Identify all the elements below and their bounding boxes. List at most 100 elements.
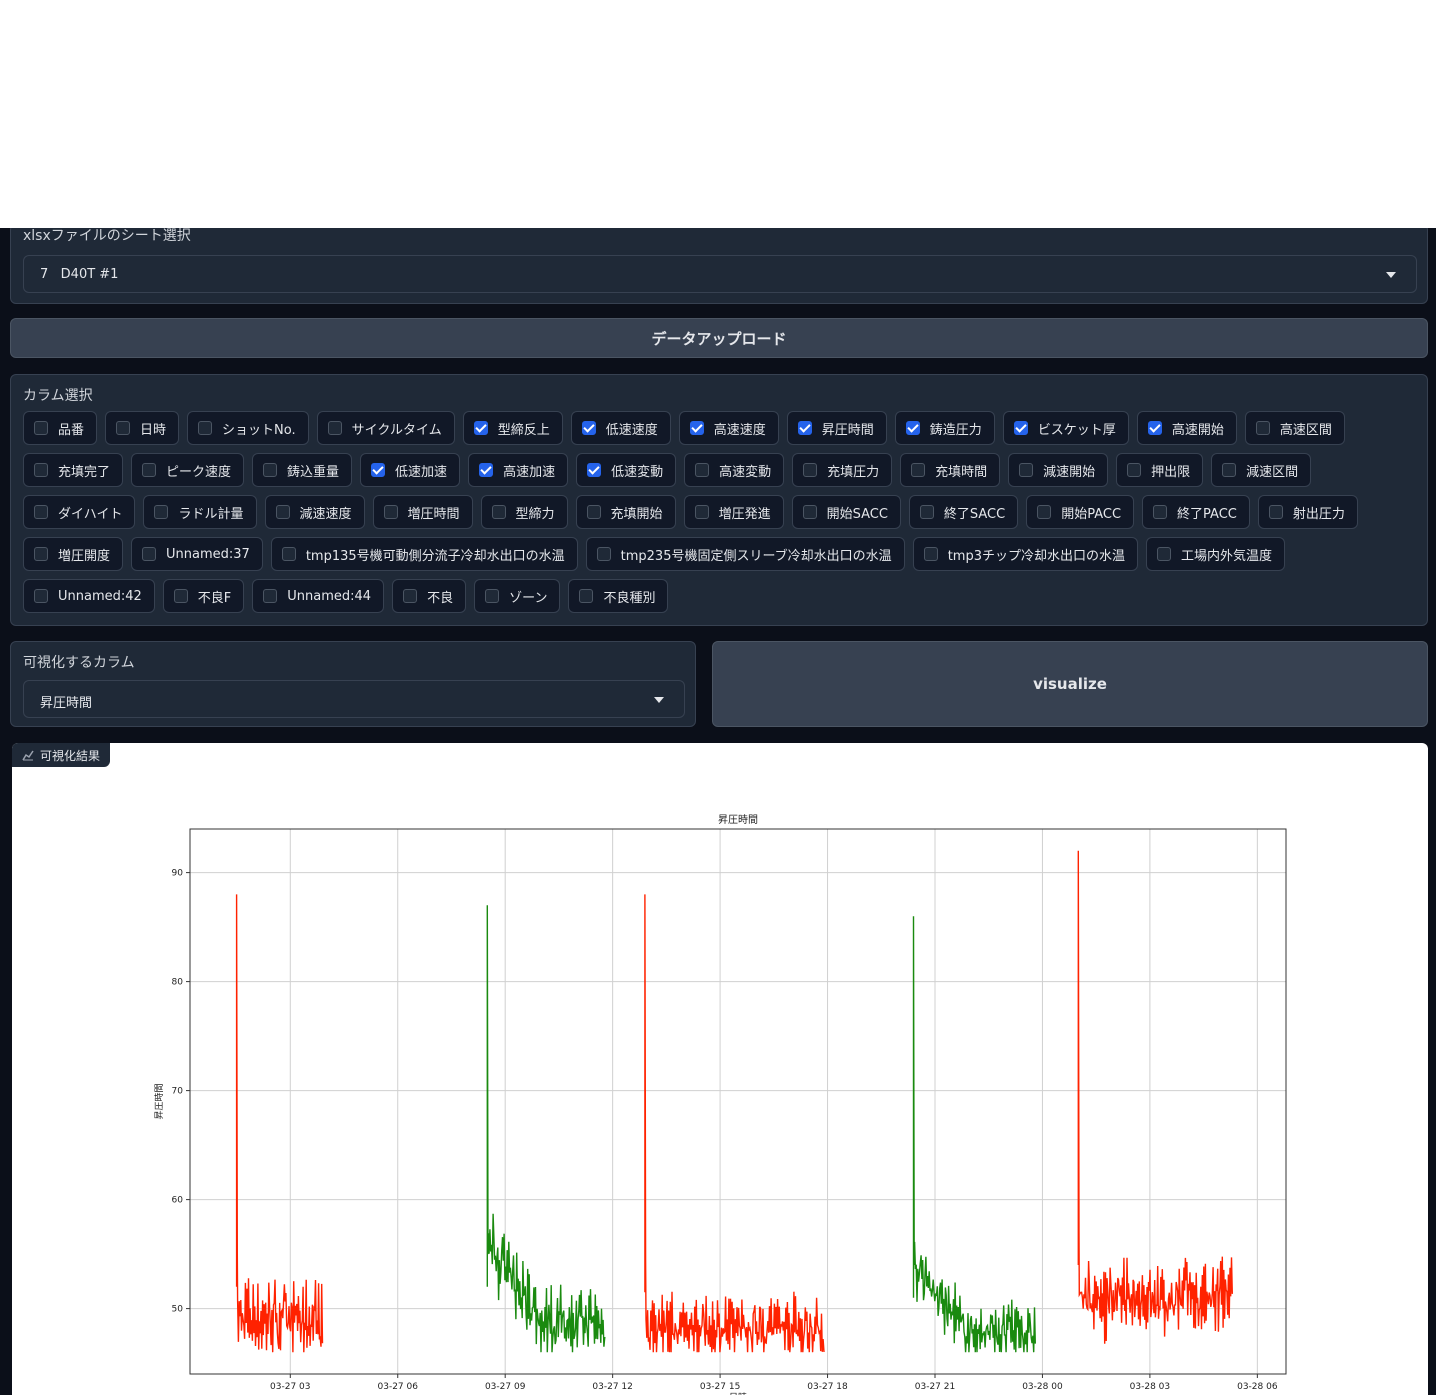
- checkbox-unchecked-icon[interactable]: [34, 463, 48, 477]
- column-checkbox-9[interactable]: ビスケット厚: [1002, 411, 1129, 445]
- column-checkbox-15[interactable]: 低速加速: [360, 453, 461, 487]
- checkbox-checked-icon[interactable]: [581, 421, 596, 435]
- checkbox-unchecked-icon[interactable]: [34, 589, 48, 603]
- column-checkbox-2[interactable]: ショットNo.: [187, 411, 309, 445]
- checkbox-checked-icon[interactable]: [371, 463, 386, 477]
- column-checkbox-24[interactable]: ダイハイト: [23, 495, 136, 529]
- checkbox-unchecked-icon[interactable]: [919, 505, 934, 519]
- checkbox-unchecked-icon[interactable]: [596, 547, 611, 561]
- column-checkbox-10[interactable]: 高速開始: [1136, 411, 1237, 445]
- column-checkbox-34[interactable]: 終了PACC: [1142, 495, 1250, 529]
- column-checkbox-31[interactable]: 開始SACC: [791, 495, 901, 529]
- column-checkbox-17[interactable]: 低速変動: [576, 453, 677, 487]
- column-checkbox-22[interactable]: 押出限: [1116, 453, 1204, 487]
- column-checkbox-19[interactable]: 充填圧力: [792, 453, 893, 487]
- checkbox-unchecked-icon[interactable]: [34, 505, 48, 519]
- checkbox-checked-icon[interactable]: [689, 421, 704, 435]
- checkbox-checked-icon[interactable]: [905, 421, 920, 435]
- column-checkbox-46[interactable]: ゾーン: [474, 579, 561, 613]
- checkbox-checked-icon[interactable]: [797, 421, 812, 435]
- checkbox-unchecked-icon[interactable]: [1127, 463, 1142, 477]
- checkbox-unchecked-icon[interactable]: [142, 547, 157, 561]
- checkbox-unchecked-icon[interactable]: [802, 505, 817, 519]
- checkbox-unchecked-icon[interactable]: [695, 463, 710, 477]
- column-checkbox-13[interactable]: ピーク速度: [131, 453, 245, 487]
- visualize-button[interactable]: visualize: [712, 641, 1428, 727]
- column-checkbox-8[interactable]: 鋳造圧力: [894, 411, 995, 445]
- sheet-dropdown[interactable]: 7 D40T #1: [23, 255, 1417, 293]
- checkbox-unchecked-icon[interactable]: [142, 463, 157, 477]
- column-checkbox-42[interactable]: Unnamed:42: [23, 579, 155, 613]
- column-checkbox-35[interactable]: 射出圧力: [1257, 495, 1358, 529]
- column-checkbox-27[interactable]: 増圧時間: [372, 495, 473, 529]
- viz-column-dropdown[interactable]: 昇圧時間: [23, 680, 685, 718]
- column-checkbox-36[interactable]: 増圧開度: [23, 537, 124, 571]
- column-checkbox-33[interactable]: 開始PACC: [1026, 495, 1135, 529]
- checkbox-unchecked-icon[interactable]: [803, 463, 818, 477]
- checkbox-unchecked-icon[interactable]: [263, 589, 278, 603]
- checkbox-unchecked-icon[interactable]: [34, 547, 48, 561]
- column-checkbox-37[interactable]: Unnamed:37: [131, 537, 263, 571]
- column-checkbox-5[interactable]: 低速速度: [570, 411, 671, 445]
- column-checkbox-6[interactable]: 高速速度: [678, 411, 779, 445]
- column-checkbox-20[interactable]: 充填時間: [900, 453, 1001, 487]
- checkbox-unchecked-icon[interactable]: [281, 547, 296, 561]
- column-checkbox-21[interactable]: 減速開始: [1008, 453, 1109, 487]
- checkbox-unchecked-icon[interactable]: [198, 421, 213, 435]
- column-checkbox-47[interactable]: 不良種別: [568, 579, 669, 613]
- column-checkbox-40[interactable]: tmp3チップ冷却水出口の水温: [912, 537, 1138, 571]
- checkbox-unchecked-icon[interactable]: [34, 421, 48, 435]
- column-checkbox-0[interactable]: 品番: [23, 411, 98, 445]
- result-tab[interactable]: 可視化結果: [12, 743, 111, 767]
- checkbox-unchecked-icon[interactable]: [1153, 505, 1168, 519]
- column-checkbox-26[interactable]: 減速速度: [264, 495, 365, 529]
- checkbox-unchecked-icon[interactable]: [1222, 463, 1237, 477]
- column-checkbox-11[interactable]: 高速区間: [1244, 411, 1345, 445]
- checkbox-unchecked-icon[interactable]: [485, 589, 500, 603]
- column-checkbox-4[interactable]: 型締反上: [462, 411, 563, 445]
- column-checkbox-3[interactable]: サイクルタイム: [316, 411, 455, 445]
- checkbox-checked-icon[interactable]: [587, 463, 602, 477]
- checkbox-unchecked-icon[interactable]: [327, 421, 342, 435]
- checkbox-unchecked-icon[interactable]: [154, 505, 169, 519]
- checkbox-unchecked-icon[interactable]: [173, 589, 188, 603]
- checkbox-unchecked-icon[interactable]: [586, 505, 601, 519]
- checkbox-checked-icon[interactable]: [479, 463, 494, 477]
- column-checkbox-43[interactable]: 不良F: [162, 579, 245, 613]
- checkbox-unchecked-icon[interactable]: [116, 421, 131, 435]
- checkbox-unchecked-icon[interactable]: [1255, 421, 1270, 435]
- column-checkbox-7[interactable]: 昇圧時間: [786, 411, 887, 445]
- checkbox-checked-icon[interactable]: [473, 421, 488, 435]
- checkbox-checked-icon[interactable]: [1147, 421, 1162, 435]
- checkbox-unchecked-icon[interactable]: [1156, 547, 1171, 561]
- column-checkbox-14[interactable]: 鋳込重量: [252, 453, 353, 487]
- checkbox-unchecked-icon[interactable]: [1037, 505, 1052, 519]
- checkbox-unchecked-icon[interactable]: [923, 547, 938, 561]
- column-checkbox-38[interactable]: tmp135号機可動側分流子冷却水出口の水温: [270, 537, 578, 571]
- checkbox-unchecked-icon[interactable]: [263, 463, 278, 477]
- upload-button[interactable]: データアップロード: [10, 318, 1428, 358]
- checkbox-unchecked-icon[interactable]: [383, 505, 398, 519]
- checkbox-unchecked-icon[interactable]: [694, 505, 709, 519]
- column-checkbox-30[interactable]: 増圧発進: [683, 495, 784, 529]
- checkbox-unchecked-icon[interactable]: [403, 589, 418, 603]
- column-checkbox-12[interactable]: 充填完了: [23, 453, 124, 487]
- checkbox-unchecked-icon[interactable]: [911, 463, 926, 477]
- checkbox-checked-icon[interactable]: [1013, 421, 1028, 435]
- column-checkbox-29[interactable]: 充填開始: [575, 495, 676, 529]
- column-checkbox-18[interactable]: 高速変動: [684, 453, 785, 487]
- column-checkbox-16[interactable]: 高速加速: [468, 453, 569, 487]
- checkbox-unchecked-icon[interactable]: [1268, 505, 1283, 519]
- checkbox-unchecked-icon[interactable]: [1019, 463, 1034, 477]
- column-checkbox-23[interactable]: 減速区間: [1211, 453, 1312, 487]
- column-checkbox-41[interactable]: 工場内外気温度: [1145, 537, 1285, 571]
- column-checkbox-45[interactable]: 不良: [392, 579, 467, 613]
- column-checkbox-44[interactable]: Unnamed:44: [252, 579, 385, 613]
- column-checkbox-1[interactable]: 日時: [105, 411, 180, 445]
- checkbox-unchecked-icon[interactable]: [275, 505, 290, 519]
- column-checkbox-39[interactable]: tmp235号機固定側スリーブ冷却水出口の水温: [585, 537, 905, 571]
- checkbox-unchecked-icon[interactable]: [491, 505, 506, 519]
- column-checkbox-32[interactable]: 終了SACC: [908, 495, 1019, 529]
- checkbox-unchecked-icon[interactable]: [579, 589, 594, 603]
- column-checkbox-25[interactable]: ラドル計量: [143, 495, 257, 529]
